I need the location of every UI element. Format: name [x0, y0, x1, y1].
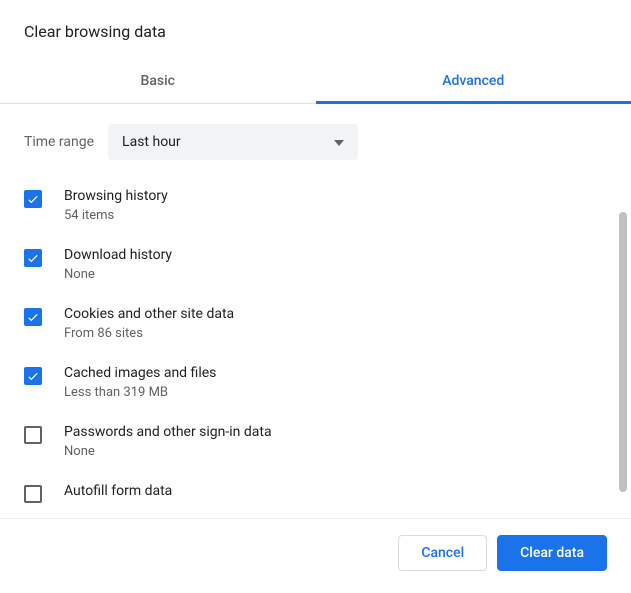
item-text: Download history None [64, 247, 172, 282]
checkbox[interactable] [24, 190, 42, 208]
item-label: Passwords and other sign-in data [64, 424, 272, 440]
item-sublabel: From 86 sites [64, 326, 234, 341]
tab-basic[interactable]: Basic [0, 59, 316, 103]
item-label: Cookies and other site data [64, 306, 234, 322]
item-text: Cached images and files Less than 319 MB [64, 365, 216, 400]
scrollbar[interactable] [619, 212, 627, 492]
list-item: Cached images and files Less than 319 MB [24, 353, 607, 412]
item-sublabel: 54 items [64, 208, 168, 223]
cancel-button[interactable]: Cancel [398, 535, 487, 571]
content-area: Time range Last hour Browsing history 54 … [0, 104, 631, 504]
chevron-down-icon [334, 134, 344, 150]
item-text: Passwords and other sign-in data None [64, 424, 272, 459]
clear-data-button[interactable]: Clear data [497, 535, 607, 571]
checkbox[interactable] [24, 367, 42, 385]
checkbox[interactable] [24, 485, 42, 503]
checkbox[interactable] [24, 249, 42, 267]
item-text: Cookies and other site data From 86 sites [64, 306, 234, 341]
item-label: Autofill form data [64, 483, 172, 499]
item-label: Browsing history [64, 188, 168, 204]
timerange-row: Time range Last hour [24, 104, 607, 176]
timerange-value: Last hour [122, 134, 181, 150]
list-item: Cookies and other site data From 86 sites [24, 294, 607, 353]
item-label: Cached images and files [64, 365, 216, 381]
dialog-title: Clear browsing data [0, 0, 631, 59]
item-sublabel: Less than 319 MB [64, 385, 216, 400]
checkbox[interactable] [24, 308, 42, 326]
timerange-label: Time range [24, 134, 94, 150]
list-item: Browsing history 54 items [24, 176, 607, 235]
list-item: Passwords and other sign-in data None [24, 412, 607, 471]
item-sublabel: None [64, 444, 272, 459]
footer: Cancel Clear data [0, 518, 631, 593]
checkbox[interactable] [24, 426, 42, 444]
list-item: Download history None [24, 235, 607, 294]
tab-advanced[interactable]: Advanced [316, 59, 631, 103]
item-label: Download history [64, 247, 172, 263]
item-sublabel: None [64, 267, 172, 282]
timerange-select[interactable]: Last hour [108, 124, 358, 160]
item-text: Autofill form data [64, 483, 172, 499]
item-text: Browsing history 54 items [64, 188, 168, 223]
list-item: Autofill form data [24, 471, 607, 504]
tabs: Basic Advanced [0, 59, 631, 104]
